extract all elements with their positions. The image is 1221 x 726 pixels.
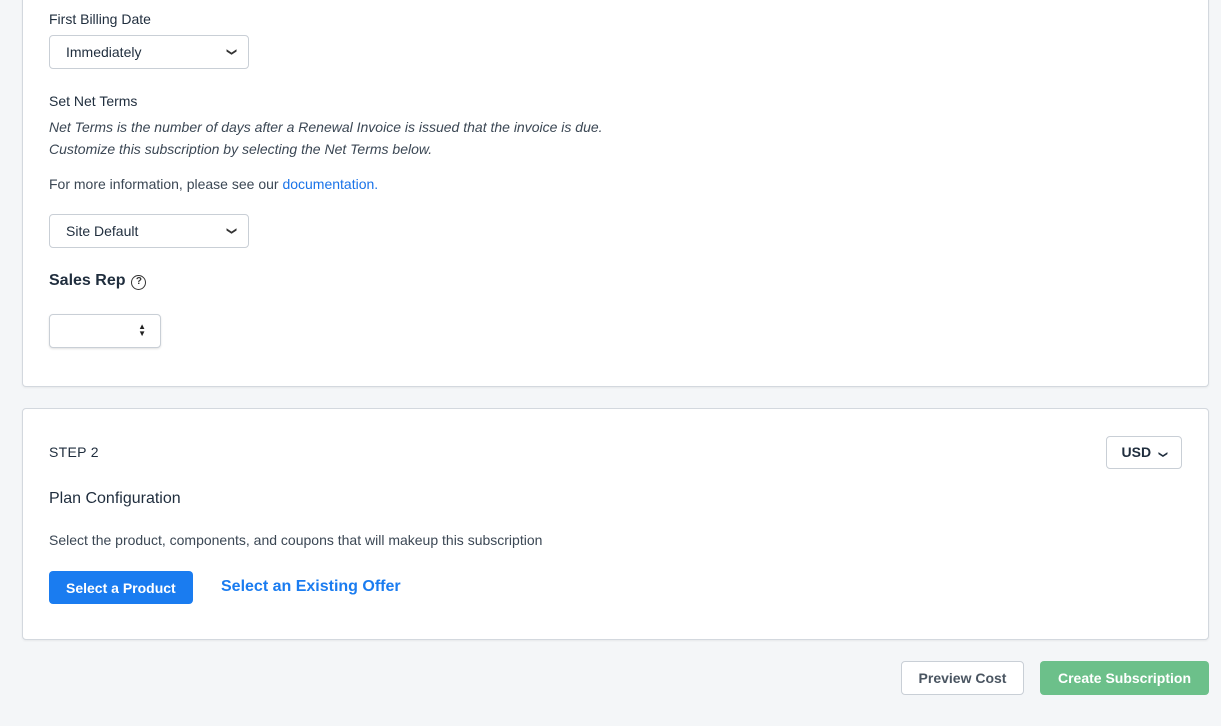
preview-cost-button[interactable]: Preview Cost <box>901 661 1024 695</box>
documentation-link[interactable]: documentation <box>282 176 374 192</box>
sales-rep-select[interactable]: ▲ ▼ <box>49 314 161 348</box>
first-billing-date-label: First Billing Date <box>49 11 151 27</box>
step-label: STEP 2 <box>49 444 99 460</box>
documentation-info: For more information, please see our doc… <box>49 176 378 192</box>
documentation-info-prefix: For more information, please see our <box>49 176 283 192</box>
sales-rep-label: Sales Rep <box>49 272 126 289</box>
plan-configuration-description: Select the product, components, and coup… <box>49 532 543 548</box>
help-icon[interactable]: ? <box>131 275 147 290</box>
sales-rep-heading: Sales Rep? <box>49 272 147 290</box>
chevron-down-icon: ❯ <box>225 47 237 57</box>
first-billing-date-select[interactable]: Immediately ❯ <box>49 35 249 69</box>
select-product-button[interactable]: Select a Product <box>49 571 193 604</box>
create-subscription-button[interactable]: Create Subscription <box>1040 661 1209 695</box>
sort-arrows-icon: ▲ ▼ <box>138 322 146 338</box>
net-terms-select[interactable]: Site Default ❯ <box>49 214 249 248</box>
net-terms-description-line2: Customize this subscription by selecting… <box>49 141 433 157</box>
net-terms-value: Site Default <box>66 223 139 239</box>
documentation-info-suffix: . <box>374 176 379 192</box>
plan-configuration-card: STEP 2 USD ❯ Plan Configuration Select t… <box>22 408 1209 640</box>
plan-configuration-title: Plan Configuration <box>49 490 181 507</box>
net-terms-description-line1: Net Terms is the number of days after a … <box>49 119 603 135</box>
currency-select[interactable]: USD ❯ <box>1106 436 1182 469</box>
first-billing-date-value: Immediately <box>66 44 142 60</box>
select-existing-offer-link[interactable]: Select an Existing Offer <box>221 578 401 596</box>
chevron-down-icon: ❯ <box>1158 450 1169 459</box>
net-terms-label: Set Net Terms <box>49 93 138 109</box>
chevron-down-icon: ❯ <box>225 226 237 236</box>
billing-settings-card: First Billing Date Immediately ❯ Set Net… <box>22 0 1209 387</box>
